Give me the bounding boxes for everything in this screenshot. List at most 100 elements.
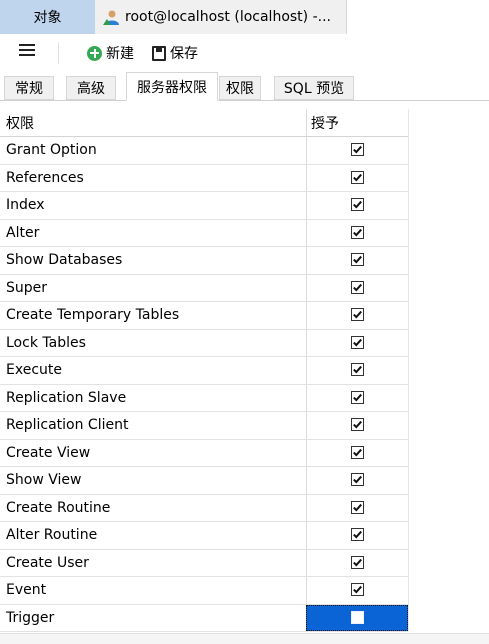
table-row[interactable]: Show View [0, 467, 408, 495]
table-row[interactable]: Trigger [0, 604, 408, 632]
grant-cell[interactable] [306, 549, 408, 576]
table-row[interactable]: Alter [0, 219, 408, 247]
grant-cell[interactable] [306, 274, 408, 301]
grant-cell[interactable] [306, 494, 408, 521]
table-row[interactable]: References [0, 164, 408, 192]
table-row[interactable]: Super [0, 274, 408, 302]
tab-privileges[interactable]: 权限 [219, 76, 261, 100]
tab-connection[interactable]: root@localhost (localhost) -... [95, 0, 347, 34]
grant-cell[interactable] [306, 439, 408, 466]
checkmark-icon [353, 448, 362, 457]
privilege-name[interactable]: References [6, 165, 306, 192]
grant-cell[interactable] [306, 384, 408, 411]
grant-checkbox[interactable] [351, 225, 364, 239]
privilege-name[interactable]: Create User [6, 550, 306, 577]
grant-checkbox[interactable] [351, 253, 364, 267]
privilege-name[interactable]: Alter Routine [6, 522, 306, 549]
grant-cell[interactable] [306, 302, 408, 329]
tab-connection-label: root@localhost (localhost) -... [125, 9, 331, 25]
grant-checkbox[interactable] [351, 143, 364, 157]
grant-cell[interactable] [306, 522, 408, 549]
privilege-name[interactable]: Trigger [6, 605, 306, 632]
checkmark-icon [353, 338, 362, 347]
grant-checkbox[interactable] [351, 610, 364, 624]
privilege-name[interactable]: Super [6, 275, 306, 302]
grant-cell[interactable] [306, 164, 408, 191]
tab-server-privileges[interactable]: 服务器权限 [126, 72, 218, 101]
new-button[interactable]: 新建 [87, 43, 134, 63]
privilege-name[interactable]: Show View [6, 467, 306, 494]
user-icon [102, 8, 120, 26]
hamburger-menu-icon[interactable] [19, 44, 35, 60]
table-row[interactable]: Create View [0, 439, 408, 467]
grant-checkbox[interactable] [351, 390, 364, 404]
column-header-privilege[interactable]: 权限 [6, 109, 306, 136]
column-header-grant[interactable]: 授予 [306, 109, 408, 136]
privilege-name[interactable]: Replication Client [6, 412, 306, 439]
save-button[interactable]: 保存 [152, 43, 198, 63]
privilege-name[interactable]: Show Databases [6, 247, 306, 274]
grant-cell[interactable] [306, 412, 408, 439]
privilege-name[interactable]: Index [6, 192, 306, 219]
grant-checkbox[interactable] [351, 555, 364, 569]
table-row[interactable]: Lock Tables [0, 329, 408, 357]
checkmark-icon [353, 311, 362, 319]
grant-cell[interactable] [306, 137, 408, 164]
table-row[interactable]: Execute [0, 357, 408, 385]
privilege-name[interactable]: Execute [6, 357, 306, 384]
grant-checkbox[interactable] [351, 308, 364, 322]
privilege-name[interactable]: Lock Tables [6, 330, 306, 357]
checkmark-icon [353, 613, 362, 622]
privilege-name[interactable]: Create View [6, 440, 306, 467]
grant-checkbox[interactable] [351, 418, 364, 432]
table-row[interactable]: Replication Slave [0, 384, 408, 412]
grant-checkbox[interactable] [351, 335, 364, 349]
grant-checkbox[interactable] [351, 170, 364, 184]
grant-cell[interactable] [306, 247, 408, 274]
privilege-name[interactable]: Create Routine [6, 495, 306, 522]
plus-circle-icon [87, 45, 102, 61]
table-row[interactable]: Grant Option [0, 137, 408, 165]
checkmark-icon [353, 558, 362, 567]
tab-privileges-label: 权限 [226, 81, 254, 97]
privilege-name[interactable]: Alter [6, 220, 306, 247]
grant-cell[interactable] [306, 357, 408, 384]
grant-cell[interactable] [306, 219, 408, 246]
grant-checkbox[interactable] [351, 280, 364, 294]
checkmark-icon [353, 393, 362, 402]
grant-checkbox[interactable] [351, 445, 364, 459]
grant-cell[interactable] [306, 577, 408, 604]
tab-objects[interactable]: 对象 [0, 0, 95, 34]
grant-cell[interactable] [306, 467, 408, 494]
grant-checkbox[interactable] [351, 528, 364, 542]
checkmark-icon [353, 173, 362, 182]
checkmark-icon [353, 201, 362, 209]
checkmark-icon [353, 146, 362, 154]
tab-general[interactable]: 常规 [4, 76, 54, 100]
table-row[interactable]: Event [0, 577, 408, 605]
tab-advanced[interactable]: 高级 [66, 76, 116, 100]
table-row[interactable]: Create Routine [0, 494, 408, 522]
grant-cell[interactable] [306, 192, 408, 219]
grant-checkbox[interactable] [351, 363, 364, 377]
privilege-name[interactable]: Event [6, 577, 306, 604]
table-row[interactable]: Index [0, 192, 408, 220]
grant-checkbox[interactable] [351, 500, 364, 514]
privilege-name[interactable]: Grant Option [6, 137, 306, 164]
table-row[interactable]: Create User [0, 549, 408, 577]
grant-cell[interactable] [306, 329, 408, 356]
grant-checkbox[interactable] [351, 583, 364, 597]
grant-checkbox[interactable] [351, 198, 364, 212]
table-row[interactable]: Replication Client [0, 412, 408, 440]
grant-checkbox[interactable] [351, 473, 364, 487]
table-row[interactable]: Show Databases [0, 247, 408, 275]
column-header-grant-label: 授予 [311, 115, 339, 132]
tab-sql-preview[interactable]: SQL 预览 [274, 76, 354, 100]
tab-general-label: 常规 [15, 81, 43, 97]
privilege-name[interactable]: Create Temporary Tables [6, 302, 306, 329]
save-button-label: 保存 [170, 46, 198, 62]
table-row[interactable]: Alter Routine [0, 522, 408, 550]
grant-cell[interactable] [306, 604, 408, 631]
table-row[interactable]: Create Temporary Tables [0, 302, 408, 330]
privilege-name[interactable]: Replication Slave [6, 385, 306, 412]
